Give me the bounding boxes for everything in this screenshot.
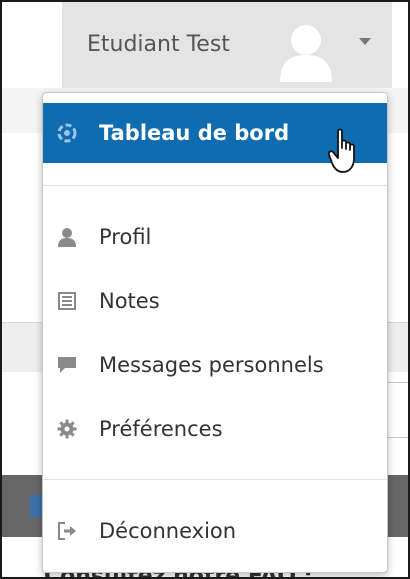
menu-item-label: Tableau de bord	[99, 121, 290, 145]
menu-item-label: Profil	[99, 225, 152, 249]
logout-icon	[57, 521, 77, 541]
menu-item-messages[interactable]: Messages personnels	[43, 339, 387, 391]
menu-divider	[43, 479, 387, 480]
menu-item-grades[interactable]: Notes	[43, 275, 387, 327]
avatar-icon[interactable]	[278, 22, 334, 82]
chevron-down-icon[interactable]	[359, 38, 371, 45]
menu-item-label: Messages personnels	[99, 353, 324, 377]
menu-item-label: Déconnexion	[99, 519, 237, 543]
menu-item-logout[interactable]: Déconnexion	[43, 505, 387, 557]
menu-divider	[43, 185, 387, 186]
screen-frame: Consultez notre FAQ : Etudiant Test Tabl…	[0, 0, 410, 579]
menu-item-profile[interactable]: Profil	[43, 211, 387, 263]
dashboard-icon	[57, 123, 77, 143]
gear-icon	[57, 419, 77, 439]
menu-item-label: Notes	[99, 289, 160, 313]
menu-item-preferences[interactable]: Préférences	[43, 403, 387, 455]
menu-item-label: Préférences	[99, 417, 223, 441]
user-name[interactable]: Etudiant Test	[87, 30, 230, 60]
user-icon	[57, 227, 77, 247]
grades-icon	[57, 291, 77, 311]
hand-cursor-icon	[328, 128, 355, 173]
message-icon	[57, 355, 77, 375]
